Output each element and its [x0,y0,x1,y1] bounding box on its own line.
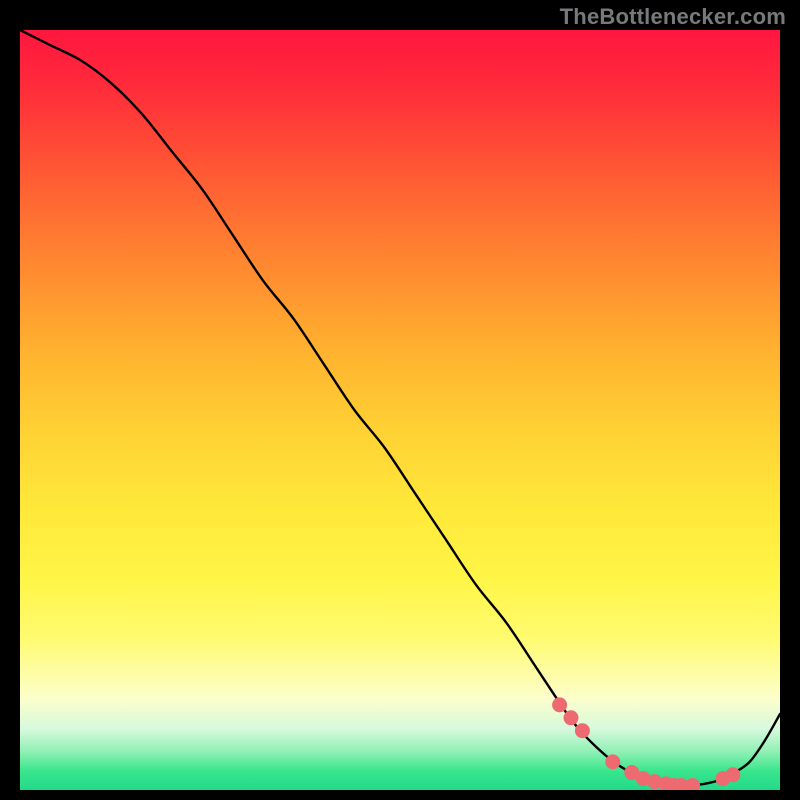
highlight-dot [725,767,740,782]
highlight-dot [552,697,567,712]
bottleneck-curve [20,30,780,785]
plot-area [20,30,780,790]
highlight-dot [685,778,700,790]
highlight-dot [575,723,590,738]
highlight-points [552,697,740,790]
curve-svg [20,30,780,790]
attribution-label: TheBottlenecker.com [560,4,786,30]
highlight-dot [605,754,620,769]
chart-frame: TheBottlenecker.com [0,0,800,800]
highlight-dot [564,710,579,725]
